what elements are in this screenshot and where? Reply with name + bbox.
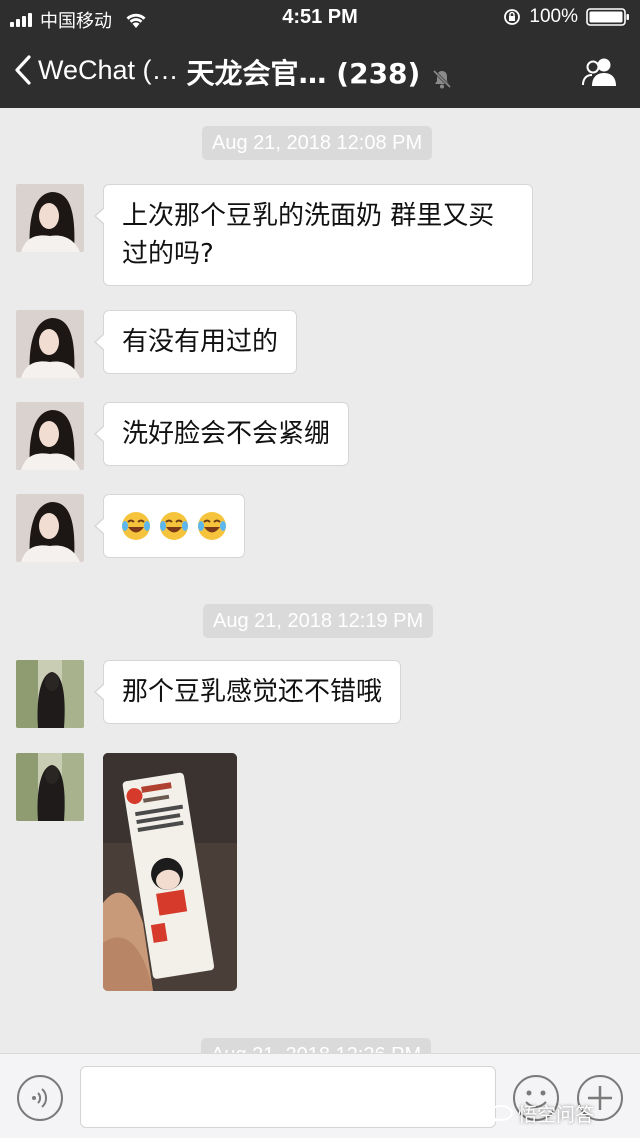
message-text: 过的吗? [122,239,214,269]
chat-messages-area[interactable]: Aug 21, 2018 12:08 PM 上次那个豆乳的洗面奶 群里又买 过的… [0,108,640,1053]
back-label: WeChat (… [38,54,179,85]
chat-title: 天龙会官… (238) [186,57,421,90]
watermark: 悟空问答 [488,1100,594,1127]
message-text-input[interactable] [80,1066,496,1128]
message-timestamp: Aug 21, 2018 12:19 PM [203,604,434,638]
battery-icon [586,8,629,26]
message-bubble[interactable] [94,494,245,558]
orientation-lock-icon [504,9,521,25]
voice-input-icon[interactable] [16,1074,64,1122]
message-bubble[interactable]: 洗好脸会不会紧绷 [93,402,350,466]
chevron-left-icon [15,55,31,85]
message-text: 洗好脸会不会紧绷 [122,419,331,449]
crying-laughing-face-icon [198,512,226,540]
message-text: 那个豆乳感觉还不错哦 [122,677,383,707]
battery-percent: 100% [529,6,578,27]
sender-avatar[interactable] [16,494,84,562]
crying-laughing-face-icon [122,512,150,540]
sender-avatar[interactable] [16,184,84,252]
message-bubble[interactable]: 上次那个豆乳的洗面奶 群里又买 过的吗? [94,184,533,286]
watermark-text: 悟空问答 [518,1104,595,1126]
crying-laughing-face-icon [160,512,188,540]
message-bubble[interactable]: 那个豆乳感觉还不错哦 [93,660,402,724]
message-timestamp: Aug 21, 2018 12:26 PM [201,1038,432,1053]
navigation-bar: WeChat (… 天龙会官… (238) [0,36,640,108]
sender-avatar[interactable] [16,753,84,821]
speech-bubble-logo-icon [489,1104,513,1123]
sender-avatar[interactable] [16,310,84,378]
image-message[interactable] [103,753,237,991]
sender-avatar[interactable] [16,660,84,728]
mute-bell-icon [433,69,452,88]
message-bubble[interactable]: 有没有用过的 [93,310,298,374]
status-bar: 中国移动 4:51 PM 100% [0,0,640,36]
message-text: 上次那个豆乳的洗面奶 群里又买 [122,201,495,231]
back-button[interactable]: WeChat (… [14,54,179,86]
message-timestamp: Aug 21, 2018 12:08 PM [202,126,433,160]
sender-avatar[interactable] [16,402,84,470]
message-text: 有没有用过的 [122,327,279,357]
group-members-icon[interactable] [580,56,620,88]
